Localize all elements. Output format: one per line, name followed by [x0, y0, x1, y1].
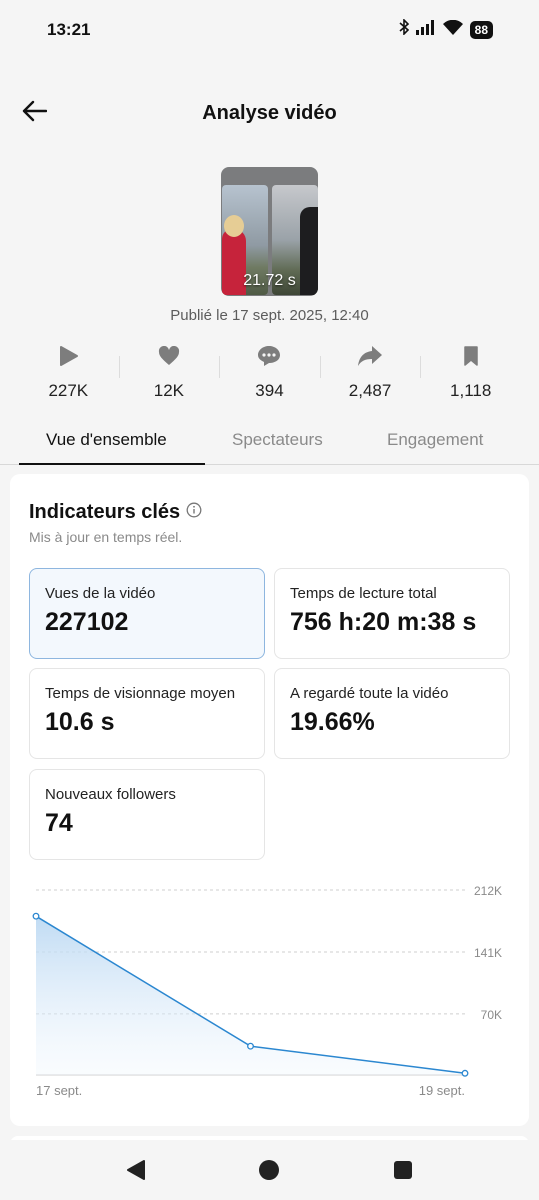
- section-subtitle: Mis à jour en temps réel.: [29, 529, 183, 545]
- kpi-label: Nouveaux followers: [45, 786, 176, 803]
- x-tick-label: 19 sept.: [419, 1083, 465, 1098]
- kpi-value: 10.6 s: [45, 708, 115, 736]
- nav-home-button[interactable]: [257, 1159, 281, 1186]
- y-tick-label: 141K: [474, 946, 502, 960]
- system-nav-bar: [0, 1140, 539, 1200]
- active-tab-indicator: [19, 463, 205, 465]
- kpi-value: 19.66%: [290, 708, 375, 736]
- views-area-chart[interactable]: 70K 141K 212K 17 sept. 19 sept.: [10, 872, 529, 1112]
- metric-shares: 2,487: [319, 343, 421, 403]
- kpi-new-followers[interactable]: Nouveaux followers 74: [29, 769, 265, 860]
- kpi-video-views[interactable]: Vues de la vidéo 227102: [29, 568, 265, 659]
- video-duration: 21.72 s: [243, 272, 296, 289]
- status-time: 13:21: [47, 20, 91, 39]
- metric-saves: 1,118: [420, 343, 521, 403]
- kpi-label: Temps de visionnage moyen: [45, 685, 236, 702]
- wifi-icon: [442, 19, 463, 40]
- kpi-label: Temps de lecture total: [290, 585, 437, 602]
- kpi-value: 756 h:20 m:38 s: [290, 608, 477, 636]
- series-area: [36, 916, 465, 1075]
- tab-bar: Vue d'ensemble Spectateurs Engagement: [0, 420, 539, 465]
- video-thumbnail[interactable]: 21.72 s: [221, 167, 318, 296]
- signal-icon: [415, 19, 436, 40]
- home-circle-icon: [258, 1159, 280, 1186]
- share-icon: [357, 343, 383, 369]
- metrics-row: 227K 12K 394 2,487 1,118: [18, 343, 521, 403]
- metric-value: 2,487: [348, 381, 392, 400]
- metric-value: 227K: [48, 381, 89, 400]
- metric-value: 1,118: [450, 381, 492, 400]
- heart-icon: [158, 343, 180, 369]
- tab-overview[interactable]: Vue d'ensemble: [46, 430, 167, 450]
- metric-views: 227K: [18, 343, 119, 403]
- x-tick-label: 17 sept.: [36, 1083, 82, 1098]
- data-point: [247, 1042, 254, 1050]
- nav-recents-button[interactable]: [391, 1160, 415, 1184]
- tab-viewers[interactable]: Spectateurs: [232, 430, 323, 450]
- kpi-value: 74: [45, 809, 73, 837]
- metric-value: 12K: [153, 381, 185, 400]
- section-title: Indicateurs clés: [29, 501, 202, 524]
- y-tick-label: 212K: [474, 884, 502, 898]
- nav-back-button[interactable]: [124, 1159, 148, 1186]
- page-title: Analyse vidéo: [202, 102, 337, 124]
- metric-value: 394: [255, 381, 284, 400]
- comment-icon: [257, 343, 281, 369]
- tab-engagement[interactable]: Engagement: [387, 430, 483, 450]
- publish-date: Publié le 17 sept. 2025, 12:40: [170, 307, 369, 324]
- back-triangle-icon: [126, 1159, 146, 1186]
- kpi-average-watch-time[interactable]: Temps de visionnage moyen 10.6 s: [29, 668, 265, 759]
- bookmark-icon: [463, 343, 479, 369]
- data-point: [461, 1069, 469, 1077]
- status-icons: 88: [399, 18, 493, 40]
- section-title-text: Indicateurs clés: [29, 501, 181, 523]
- battery-icon: 88: [469, 20, 493, 39]
- y-tick-label: 70K: [481, 1008, 502, 1022]
- kpi-label: A regardé toute la vidéo: [290, 685, 449, 702]
- metric-likes: 12K: [118, 343, 220, 403]
- kpi-watched-full-video[interactable]: A regardé toute la vidéo 19.66%: [274, 668, 510, 759]
- play-icon: [57, 343, 79, 369]
- header: Analyse vidéo: [0, 88, 539, 138]
- key-indicators-card: Indicateurs clés Mis à jour en temps rée…: [10, 474, 529, 1126]
- recents-square-icon: [393, 1160, 413, 1185]
- kpi-label: Vues de la vidéo: [45, 585, 156, 602]
- status-bar: 13:21 88: [0, 0, 539, 60]
- info-icon[interactable]: [186, 501, 202, 524]
- kpi-value: 227102: [45, 608, 129, 636]
- metric-comments: 394: [219, 343, 320, 403]
- bluetooth-icon: [399, 18, 409, 40]
- data-point: [32, 912, 40, 920]
- kpi-total-watch-time[interactable]: Temps de lecture total 756 h:20 m:38 s: [274, 568, 510, 659]
